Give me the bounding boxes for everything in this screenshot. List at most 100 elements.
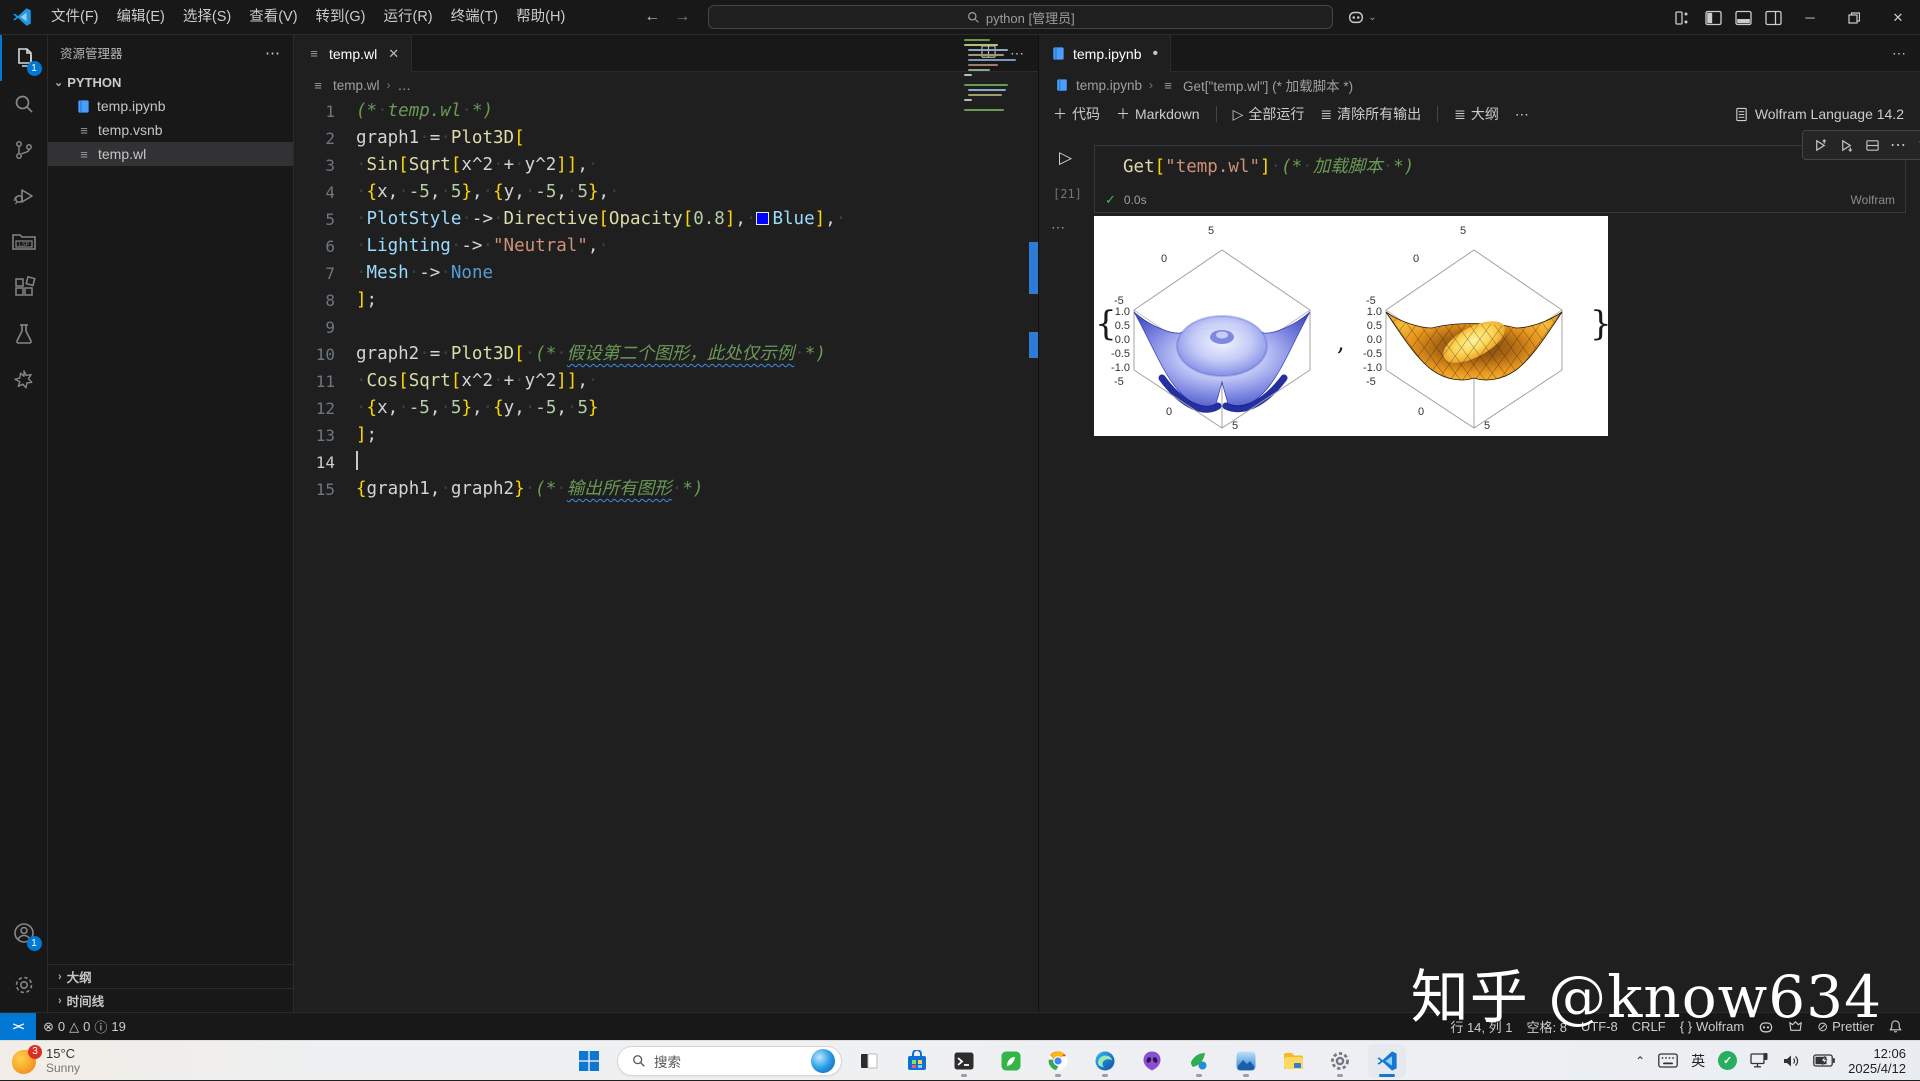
run-cell-button[interactable]: ▷ [1059, 148, 1072, 168]
folder-python[interactable]: ⌄ PYTHON [48, 70, 293, 94]
kernel-picker[interactable]: Wolfram Language 14.2 [1734, 106, 1920, 122]
photos-app-icon[interactable] [1227, 1044, 1265, 1078]
settings-app-icon[interactable] [1321, 1044, 1359, 1078]
color-swatch-blue[interactable] [756, 212, 769, 225]
chrome-icon[interactable] [1039, 1044, 1077, 1078]
activity-explorer[interactable]: 1 [0, 35, 48, 81]
modified-dot-icon[interactable]: • [1152, 45, 1158, 63]
network-icon[interactable] [1750, 1053, 1769, 1069]
plot3d-cos-surface[interactable]: 0 5 -5 1.0 0.5 0.0 -0.5 -1.0 -5 0 5 [1356, 220, 1591, 432]
file-temp-ipynb[interactable]: temp.ipynb [48, 94, 293, 118]
restore-button[interactable] [1832, 0, 1876, 35]
menu-edit[interactable]: 编辑(E) [108, 4, 174, 30]
account-button[interactable]: 1 [0, 910, 48, 956]
notifications-bell[interactable] [1881, 1019, 1910, 1034]
tab-temp-wl[interactable]: ≡ temp.wl ✕ [294, 35, 412, 72]
start-button[interactable] [570, 1044, 608, 1078]
output-collapse-icon[interactable]: ⋯ [1051, 219, 1066, 236]
menu-file[interactable]: 文件(F) [42, 4, 108, 30]
file-explorer-icon[interactable] [1274, 1044, 1312, 1078]
code-line[interactable]: 11·Cos[Sqrt[x^2·+·y^2]],· [294, 368, 1038, 395]
menu-selection[interactable]: 选择(S) [174, 4, 240, 30]
problems-indicator[interactable]: ⊗0 △0 ⓘ19 [36, 1013, 133, 1040]
activity-search[interactable] [0, 81, 48, 127]
notebook-breadcrumb[interactable]: temp.ipynb › ≡ Get["temp.wl"] (* 加载脚本 *) [1039, 72, 1920, 98]
file-temp-wl[interactable]: ≡ temp.wl [48, 142, 293, 166]
code-line[interactable]: 4·{x,·-5,·5},·{y,·-5,·5},· [294, 179, 1038, 206]
eol-sequence[interactable]: CRLF [1625, 1019, 1673, 1034]
toggle-sidebar-icon[interactable] [1698, 4, 1728, 32]
tab-temp-ipynb[interactable]: temp.ipynb • [1039, 35, 1171, 72]
menu-goto[interactable]: 转到(G) [307, 4, 375, 30]
vscode-taskbar-icon[interactable] [1368, 1044, 1406, 1078]
ime-indicator[interactable]: 英 [1691, 1051, 1705, 1071]
code-line[interactable]: 10graph2·=·Plot3D[·(*·假设第二个图形，此处仅示例·*) [294, 341, 1038, 368]
sidebar-more-icon[interactable]: ⋯ [265, 44, 281, 62]
breadcrumb[interactable]: ≡ temp.wl › … [294, 72, 1038, 98]
terminal-icon[interactable] [945, 1044, 983, 1078]
code-line[interactable]: 9 [294, 314, 1038, 341]
encoding[interactable]: UTF-8 [1574, 1019, 1625, 1034]
copilot-button[interactable]: ⌄ [1347, 8, 1376, 26]
nav-back-icon[interactable]: ← [644, 8, 660, 26]
toolbar-more-icon[interactable]: ⋯ [1515, 106, 1529, 123]
cursor-position[interactable]: 行 14, 列 1 [1443, 1017, 1519, 1036]
microsoft-store-icon[interactable] [898, 1044, 936, 1078]
menu-view[interactable]: 查看(V) [240, 4, 306, 30]
code-line[interactable]: 7·Mesh·->·None [294, 260, 1038, 287]
run-below-icon[interactable] [1835, 134, 1857, 156]
green-app-icon[interactable] [992, 1044, 1030, 1078]
code-line[interactable]: 6·Lighting·->·"Neutral",· [294, 233, 1038, 260]
tray-green-app-icon[interactable]: ✓ [1718, 1051, 1737, 1070]
code-line[interactable]: 15{graph1,·graph2}·(*·输出所有图形·*) [294, 476, 1038, 503]
task-view-button[interactable] [851, 1044, 889, 1078]
settings-gear-icon[interactable] [0, 962, 48, 1008]
code-line[interactable]: 14 [294, 449, 1038, 476]
toggle-panel-icon[interactable] [1728, 4, 1758, 32]
run-all-button[interactable]: ▷全部运行 [1233, 104, 1305, 124]
extension-status[interactable] [1781, 1019, 1810, 1034]
notebook-cell[interactable]: ⋯ Get["temp.wl"]·(*·加载脚本·*) ✓ 0.0s Wolfr… [1094, 145, 1906, 213]
cell-code[interactable]: Get["temp.wl"]·(*·加载脚本·*) [1123, 154, 1414, 180]
delete-cell-icon[interactable] [1913, 134, 1920, 156]
language-mode[interactable]: { }Wolfram [1673, 1019, 1751, 1034]
outline-button[interactable]: ≣大纲 [1454, 104, 1499, 124]
code-editor[interactable]: 1(*·temp.wl·*)2graph1·=·Plot3D[3·Sin[Sqr… [294, 98, 1038, 1012]
command-center-search[interactable]: python [管理员] [708, 5, 1333, 29]
code-line[interactable]: 5·PlotStyle·->·Directive[Opacity[0.8],·B… [294, 206, 1038, 233]
file-temp-vsnb[interactable]: ≡ temp.vsnb [48, 118, 293, 142]
tab-close-icon[interactable]: ✕ [388, 46, 399, 62]
touch-keyboard-icon[interactable] [1658, 1053, 1678, 1068]
add-code-cell-button[interactable]: ＋代码 [1053, 104, 1100, 124]
add-markdown-cell-button[interactable]: ＋Markdown [1116, 104, 1200, 124]
activity-run-debug[interactable] [0, 173, 48, 219]
formatter-status[interactable]: ⊘Prettier [1810, 1019, 1881, 1035]
tray-expand-icon[interactable]: ⌃ [1635, 1054, 1645, 1068]
code-line[interactable]: 2graph1·=·Plot3D[ [294, 125, 1038, 152]
notebook-more-icon[interactable]: ⋯ [1892, 45, 1906, 62]
clear-outputs-button[interactable]: ≣清除所有输出 [1320, 104, 1421, 124]
toggle-secondary-sidebar-icon[interactable] [1758, 4, 1788, 32]
code-line[interactable]: 12·{x,·-5,·5},·{y,·-5,·5} [294, 395, 1038, 422]
puzzle-app-icon[interactable] [1180, 1044, 1218, 1078]
close-button[interactable]: ✕ [1876, 0, 1920, 35]
run-above-icon[interactable] [1809, 134, 1831, 156]
activity-extensions[interactable] [0, 265, 48, 311]
copilot-status[interactable] [1751, 1019, 1781, 1035]
split-cell-icon[interactable] [1861, 134, 1883, 156]
section-outline[interactable]: › 大纲 [48, 964, 293, 988]
nav-forward-icon[interactable]: → [674, 8, 690, 26]
minimize-button[interactable]: ─ [1788, 0, 1832, 35]
section-timeline[interactable]: › 时间线 [48, 988, 293, 1012]
clock[interactable]: 12:06 2025/4/12 [1848, 1046, 1906, 1076]
indentation[interactable]: 空格: 8 [1519, 1017, 1573, 1036]
activity-wolfram[interactable] [0, 357, 48, 403]
menu-help[interactable]: 帮助(H) [507, 4, 574, 30]
activity-testing[interactable] [0, 311, 48, 357]
menu-terminal[interactable]: 终端(T) [442, 4, 508, 30]
activity-source-control[interactable] [0, 127, 48, 173]
code-line[interactable]: 13]; [294, 422, 1038, 449]
minimap[interactable] [962, 37, 1024, 167]
code-line[interactable]: 1(*·temp.wl·*) [294, 98, 1038, 125]
volume-icon[interactable] [1782, 1053, 1800, 1069]
